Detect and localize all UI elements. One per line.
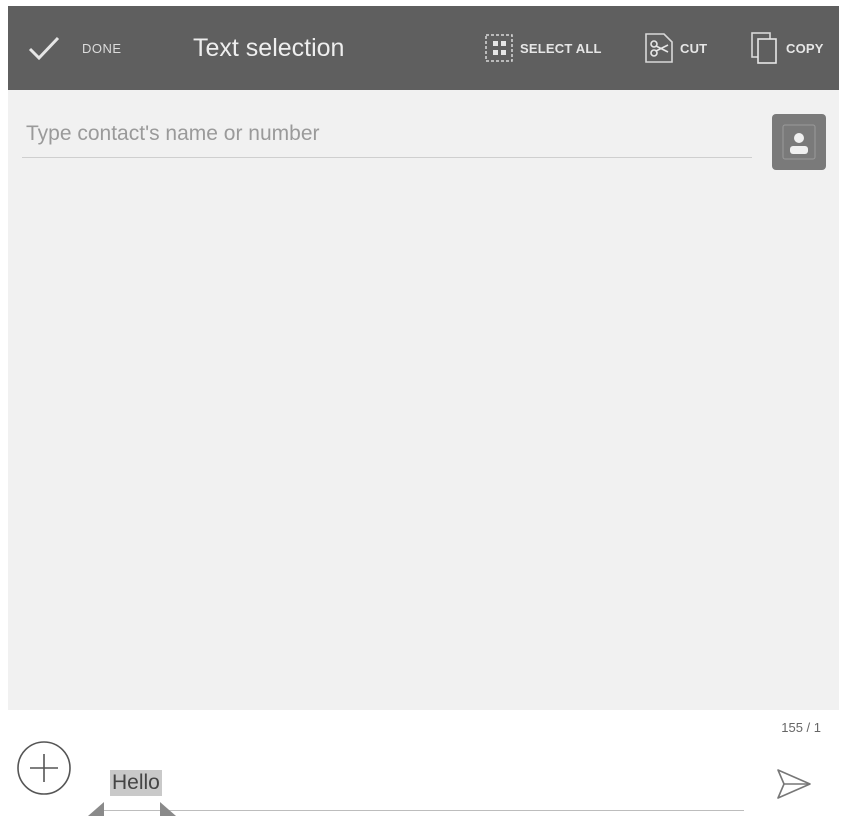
cut-button[interactable]: CUT [642, 28, 707, 68]
select-all-button[interactable]: SELECT ALL [482, 28, 602, 68]
send-button[interactable] [772, 762, 816, 806]
message-input-underline [104, 810, 744, 811]
app-frame: DONE Text selection SELECT ALL CUT COPY … [8, 6, 839, 826]
done-button[interactable]: DONE [26, 24, 122, 72]
selection-handle-end[interactable] [160, 802, 176, 816]
character-counter: 155 / 1 [781, 720, 821, 735]
action-bar-title: Text selection [193, 34, 345, 62]
select-all-icon [485, 34, 513, 62]
select-all-label: SELECT ALL [520, 40, 602, 56]
send-icon [777, 769, 811, 799]
message-input-selected-text[interactable]: Hello [110, 770, 162, 796]
cut-label: CUT [680, 40, 708, 56]
selection-handle-start[interactable] [88, 802, 104, 816]
contact-picker-button[interactable] [772, 114, 826, 170]
recipient-row [22, 112, 752, 158]
compose-area: 155 / 1 Hello [8, 710, 839, 826]
plus-circle-icon [17, 741, 71, 795]
done-label: DONE [82, 40, 122, 56]
copy-icon [751, 32, 777, 64]
copy-label: COPY [786, 40, 824, 56]
scissors-icon [645, 33, 673, 63]
attach-button[interactable] [16, 740, 72, 796]
recipient-input[interactable] [22, 112, 752, 156]
contact-card-icon [782, 124, 816, 160]
check-icon [28, 36, 60, 61]
copy-button[interactable]: COPY [748, 28, 824, 68]
text-selection-action-bar: DONE Text selection SELECT ALL CUT COPY [8, 6, 839, 90]
